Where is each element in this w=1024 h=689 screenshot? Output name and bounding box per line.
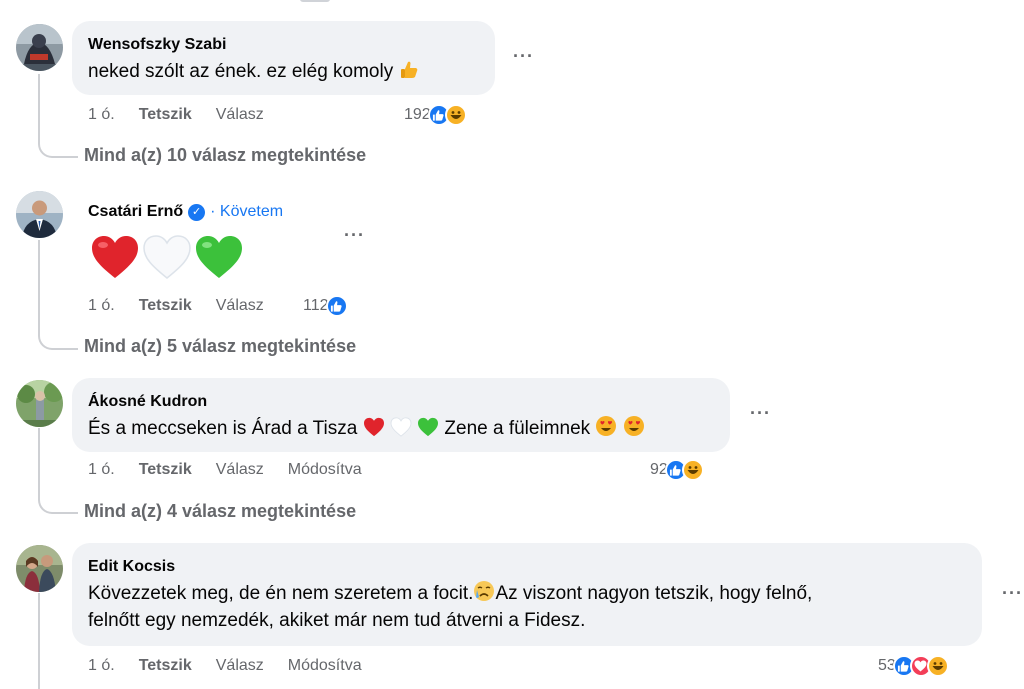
reply-button[interactable]: Válasz	[216, 106, 264, 124]
reaction-summary[interactable]: 53	[878, 655, 949, 677]
timestamp[interactable]: 1 ó.	[88, 657, 115, 675]
reply-button[interactable]: Válasz	[216, 461, 264, 479]
avatar[interactable]	[16, 380, 63, 427]
crying-face-emoji-icon	[474, 581, 495, 601]
view-replies-link[interactable]: Mind a(z) 4 válasz megtekintése	[84, 501, 356, 522]
like-button[interactable]: Tetszik	[139, 297, 192, 315]
thread-line	[38, 240, 40, 335]
comment-text: És a meccseken is Árad a Tisza Zene a fü…	[88, 415, 714, 442]
timestamp[interactable]: 1 ó.	[88, 297, 115, 315]
comment-emoji-row	[90, 234, 244, 280]
avatar[interactable]	[16, 24, 63, 71]
comment-bubble: Wensofszky Szabi neked szólt az ének. ez…	[72, 21, 495, 95]
avatar[interactable]	[16, 191, 63, 238]
thread-line	[38, 428, 40, 500]
more-options-icon[interactable]: ···	[513, 46, 534, 67]
reaction-summary[interactable]: 92	[650, 459, 704, 481]
reaction-count: 192	[404, 106, 431, 123]
verified-badge-icon: ✓	[188, 203, 206, 221]
avatar[interactable]	[16, 545, 63, 592]
reply-button[interactable]: Válasz	[216, 657, 264, 675]
comment-text: Kövezzetek meg, de én nem szeretem a foc…	[88, 580, 966, 634]
more-options-icon[interactable]: ···	[750, 403, 771, 424]
follow-link[interactable]: · Követem	[210, 202, 283, 222]
comment-bubble: Ákosné Kudron És a meccseken is Árad a T…	[72, 378, 730, 452]
comment-bubble: Edit Kocsis Kövezzetek meg, de én nem sz…	[72, 543, 982, 646]
red-heart-emoji-icon	[363, 417, 384, 437]
like-icon	[325, 295, 348, 317]
heart-eyes-emoji-icon	[623, 416, 644, 436]
comment-author[interactable]: Wensofszky Szabi	[88, 35, 226, 55]
haha-icon	[681, 459, 704, 481]
comment-text: neked szólt az ének. ez elég komoly	[88, 58, 479, 85]
reaction-count: 112	[303, 297, 329, 314]
reaction-summary[interactable]: 192	[404, 104, 467, 126]
thread-connector	[38, 494, 78, 514]
view-replies-link[interactable]: Mind a(z) 10 válasz megtekintése	[84, 145, 366, 166]
edited-label: Módosítva	[287, 461, 362, 478]
thread-line	[38, 74, 40, 144]
white-heart-emoji-icon	[390, 417, 412, 437]
comment-author[interactable]: Ákosné Kudron	[88, 392, 207, 412]
reaction-summary[interactable]: 112	[303, 295, 348, 317]
view-replies-link[interactable]: Mind a(z) 5 válasz megtekintése	[84, 336, 356, 357]
more-options-icon[interactable]: ···	[1002, 583, 1023, 604]
timestamp[interactable]: 1 ó.	[88, 106, 115, 124]
comment-actions: 1 ó. Tetszik Válasz Módosítva	[88, 461, 362, 479]
comment-author[interactable]: Edit Kocsis	[88, 557, 175, 577]
reply-button[interactable]: Válasz	[216, 297, 264, 315]
thread-line	[38, 593, 40, 689]
heart-eyes-emoji-icon	[596, 416, 617, 436]
thread-connector	[38, 138, 78, 158]
scroll-remnant	[300, 0, 330, 2]
green-heart-emoji-icon	[418, 417, 439, 437]
red-heart-icon	[92, 236, 138, 278]
like-button[interactable]: Tetszik	[139, 461, 192, 479]
comment-author[interactable]: Csatári Ernő	[88, 202, 183, 222]
thread-connector	[38, 330, 78, 350]
comment-actions: 1 ó. Tetszik Válasz Módosítva	[88, 657, 362, 675]
thumbs-up-emoji-icon	[400, 61, 417, 78]
comment-actions: 1 ó. Tetszik Válasz	[88, 106, 264, 124]
more-options-icon[interactable]: ···	[344, 225, 365, 246]
edited-label: Módosítva	[287, 657, 362, 674]
green-heart-icon	[196, 236, 242, 278]
haha-icon	[444, 104, 467, 126]
haha-icon	[926, 655, 949, 677]
timestamp[interactable]: 1 ó.	[88, 461, 115, 479]
white-heart-icon	[143, 235, 191, 279]
like-button[interactable]: Tetszik	[139, 106, 192, 124]
comment-actions: 1 ó. Tetszik Válasz	[88, 297, 264, 315]
like-button[interactable]: Tetszik	[139, 657, 192, 675]
